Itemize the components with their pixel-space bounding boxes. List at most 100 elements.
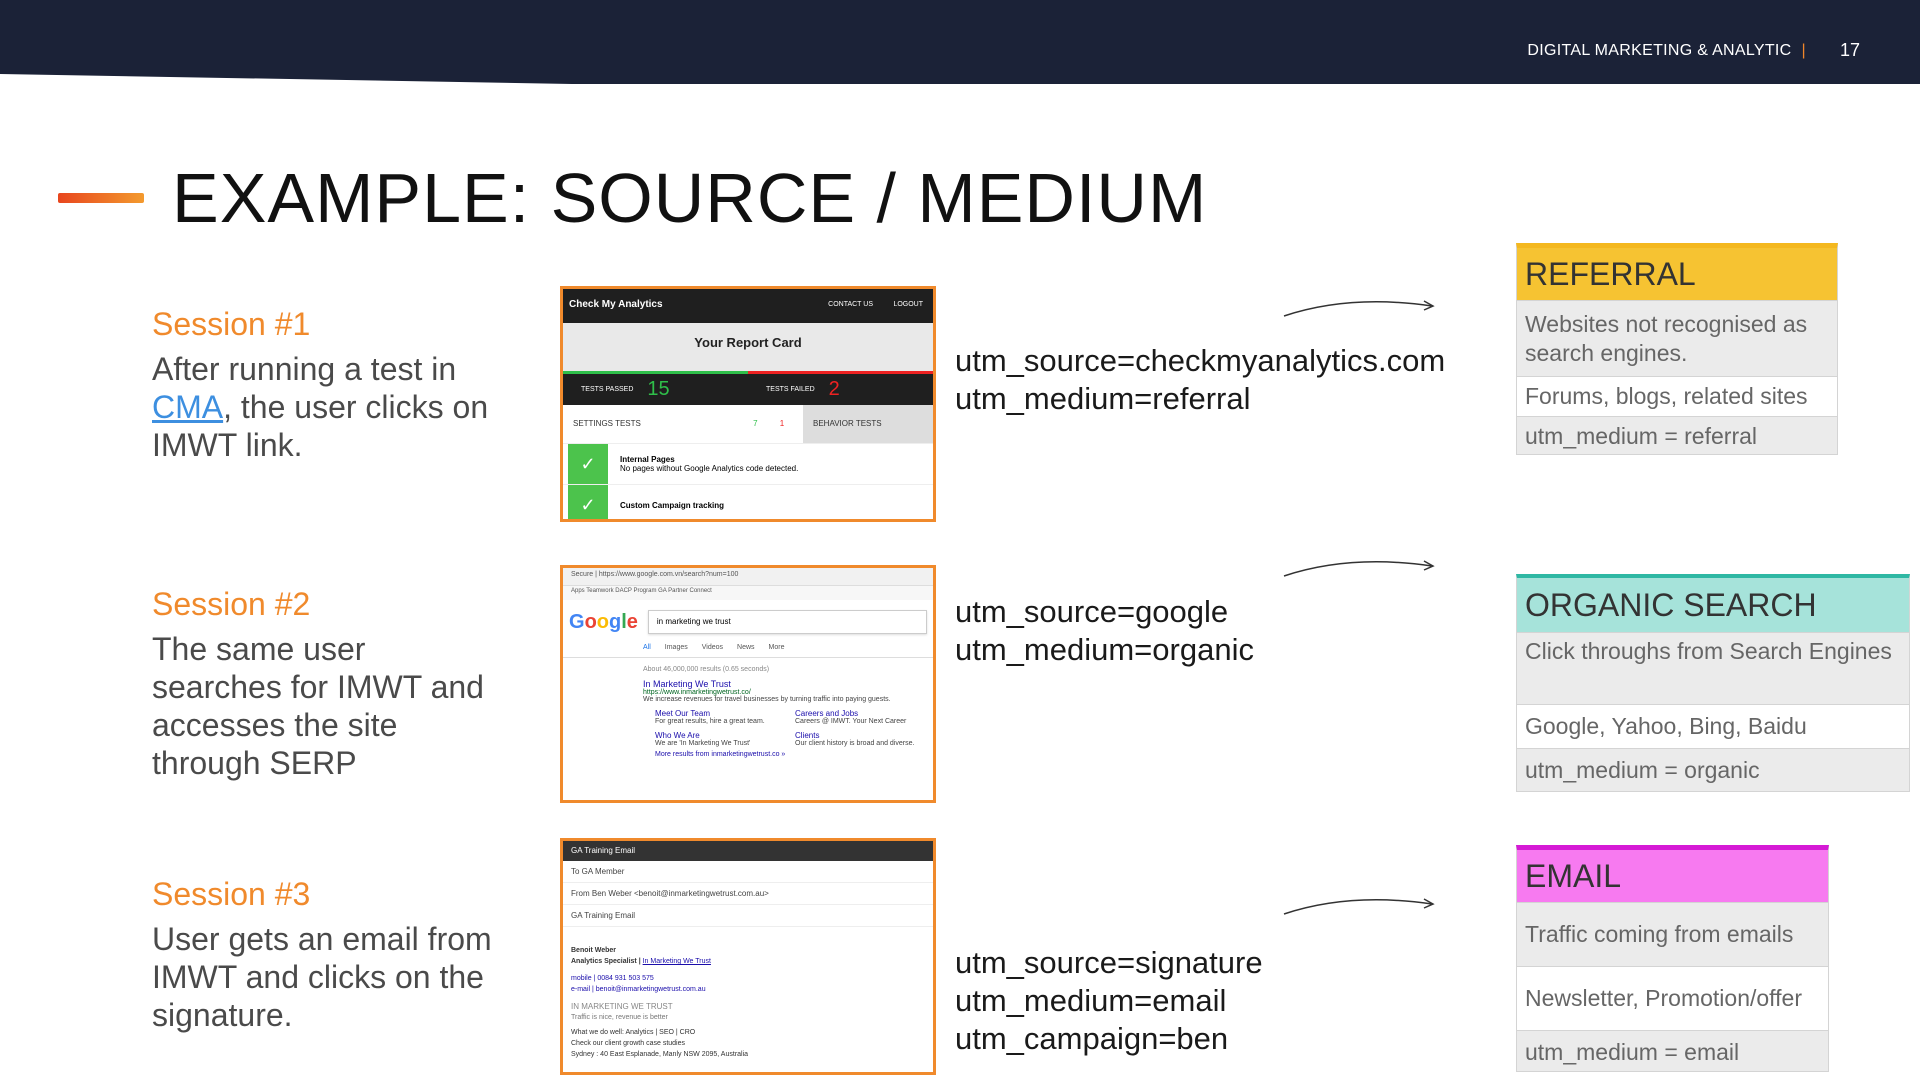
serp-sitelink-desc: Careers @ IMWT. Your Next Career <box>795 718 907 725</box>
session-1-title: Session #1 <box>152 306 311 342</box>
card-referral-row: Forums, blogs, related sites <box>1517 376 1837 416</box>
arrow-icon <box>1283 560 1435 577</box>
card-email: EMAIL Traffic coming from emails Newslet… <box>1516 845 1829 1072</box>
cma-stat-failed: TESTS FAILED 2 <box>748 371 933 405</box>
screenshot-email: GA Training Email To GA Member From Ben … <box>560 838 936 1075</box>
cma-test-row: ✓ Internal Pages No pages without Google … <box>563 443 933 484</box>
serp-result-desc: We increase revenues for travel business… <box>643 696 891 703</box>
header-brand: DIGITAL MARKETING & ANALYTIC | <box>1527 42 1812 60</box>
screenshot-google-serp: Secure | https://www.google.com.vn/searc… <box>560 565 936 803</box>
cma-failed-label: TESTS FAILED <box>766 386 815 393</box>
serp-tabs: All Images Videos News More <box>563 638 933 658</box>
sig-logo: IN MARKETING WE TRUST <box>571 1002 673 1011</box>
card-referral-title: REFERRAL <box>1517 248 1837 300</box>
email-from: From Ben Weber <benoit@inmarketingwetrus… <box>563 883 933 905</box>
session-3-desc: User gets an email from IMWT and clicks … <box>152 921 492 1033</box>
serp-tab: More <box>768 644 785 651</box>
serp-sitelink-title: Who We Are <box>655 731 700 740</box>
cma-tab-settings: SETTINGS TESTS 7 1 <box>563 405 803 443</box>
cma-test-text: Custom Campaign tracking <box>620 501 724 510</box>
email-signature: Benoit Weber Analytics Specialist | In M… <box>563 927 933 1068</box>
screenshot-cma-report: Check My Analytics CONTACT US LOGOUT You… <box>560 286 936 522</box>
serp-search-row: Google in marketing we trust <box>563 600 933 638</box>
serp-result-url: https://www.inmarketingwetrust.co/ <box>643 689 751 696</box>
utm-line: utm_medium=organic <box>955 632 1254 667</box>
serp-bookmarks: Apps Teamwork DACP Program GA Partner Co… <box>563 586 933 600</box>
serp-tab: All <box>643 644 651 651</box>
utm-line: utm_medium=referral <box>955 381 1251 416</box>
email-header: GA Training Email <box>563 841 933 861</box>
email-to: To GA Member <box>563 861 933 883</box>
session-1-desc: After running a test in CMA, the user cl… <box>152 350 502 464</box>
card-email-row: utm_medium = email <box>1517 1030 1828 1074</box>
serp-sitelink: Clients Our client history is broad and d… <box>795 731 933 747</box>
cma-tab-fail-count: 1 <box>779 419 785 428</box>
card-organic-row: Click throughs from Search Engines <box>1517 632 1909 704</box>
cma-nav-contact: CONTACT US <box>828 301 873 308</box>
utm-block-2: utm_source=google utm_medium=organic <box>955 593 1254 669</box>
card-email-row: Newsletter, Promotion/offer <box>1517 966 1828 1030</box>
card-email-row: Traffic coming from emails <box>1517 902 1828 966</box>
serp-sitelink: Careers and Jobs Careers @ IMWT. Your Nex… <box>795 709 933 725</box>
sig-mobile: mobile | 0084 931 503 575 <box>571 975 654 982</box>
serp-tab: Videos <box>701 644 724 651</box>
cma-tabs: SETTINGS TESTS 7 1 BEHAVIOR TESTS <box>563 405 933 443</box>
serp-more-results: More results from inmarketingwetrust.co … <box>655 751 786 758</box>
serp-sitelink-desc: For great results, hire a great team. <box>655 718 765 725</box>
cma-link[interactable]: CMA <box>152 389 223 425</box>
cma-failed-value: 2 <box>828 378 840 400</box>
session-2-desc: The same user searches for IMWT and acce… <box>152 631 484 781</box>
card-organic-row: Google, Yahoo, Bing, Baidu <box>1517 704 1909 748</box>
serp-result-title: In Marketing We Trust <box>643 679 731 689</box>
utm-line: utm_source=checkmyanalytics.com <box>955 343 1446 378</box>
serp-sitelink-desc: We are 'In Marketing We Trust' <box>655 740 751 747</box>
session-3-title: Session #3 <box>152 876 311 912</box>
sig-role: Analytics Specialist | <box>571 958 643 965</box>
card-referral: REFERRAL Websites not recognised as sear… <box>1516 243 1838 455</box>
serp-tab: News <box>737 644 755 651</box>
serp-sitelink-title: Clients <box>795 731 820 740</box>
cma-stats: TESTS PASSED 15 TESTS FAILED 2 <box>563 371 933 405</box>
cma-brand: Check My Analytics <box>569 299 663 310</box>
utm-block-3: utm_source=signature utm_medium=email ut… <box>955 944 1263 1058</box>
sig-name: Benoit Weber <box>571 947 616 954</box>
arrow-icon <box>1283 300 1435 317</box>
card-organic-search: ORGANIC SEARCH Click throughs from Searc… <box>1516 574 1910 792</box>
serp-tab: Images <box>664 644 688 651</box>
cma-tab-behavior: BEHAVIOR TESTS <box>803 405 933 443</box>
utm-line: utm_source=google <box>955 594 1229 629</box>
cma-test-desc: No pages without Google Analytics code d… <box>620 464 799 473</box>
cma-test-title: Custom Campaign tracking <box>620 500 725 510</box>
session-1-desc-text: After running a test in <box>152 351 457 387</box>
sig-tagline: Traffic is nice, revenue is better <box>571 1014 668 1021</box>
card-organic-row: utm_medium = organic <box>1517 748 1909 792</box>
cma-passed-label: TESTS PASSED <box>581 386 634 393</box>
card-organic-title: ORGANIC SEARCH <box>1517 578 1909 632</box>
serp-url-bar: Secure | https://www.google.com.vn/searc… <box>563 568 933 586</box>
card-email-title: EMAIL <box>1517 850 1828 902</box>
serp-sitelink-title: Meet Our Team <box>655 709 710 718</box>
cma-test-text: Internal Pages No pages without Google An… <box>620 455 798 473</box>
cma-test-title: Internal Pages <box>620 455 675 464</box>
arrow-icon <box>1283 898 1435 915</box>
utm-line: utm_medium=email <box>955 983 1227 1018</box>
card-referral-row: Websites not recognised as search engine… <box>1517 300 1837 376</box>
session-2-title: Session #2 <box>152 586 311 622</box>
serp-sitelinks: Meet Our Team For great results, hire a g… <box>563 703 933 747</box>
serp-result: About 46,000,000 results (0.65 seconds) … <box>563 658 933 703</box>
check-icon: ✓ <box>568 485 608 519</box>
cma-tab-settings-label: SETTINGS TESTS <box>573 419 641 428</box>
title-accent-bar <box>58 193 144 203</box>
utm-line: utm_campaign=ben <box>955 1021 1229 1056</box>
cma-stat-passed: TESTS PASSED 15 <box>563 371 748 405</box>
header-separator: | <box>1801 42 1806 59</box>
header-brand-text: DIGITAL MARKETING & ANALYTIC <box>1527 42 1792 59</box>
check-icon: ✓ <box>568 444 608 484</box>
card-referral-row: utm_medium = referral <box>1517 416 1837 456</box>
cma-nav-logout: LOGOUT <box>893 301 923 308</box>
sig-address: Sydney : 40 East Esplanade, Manly NSW 20… <box>571 1051 749 1058</box>
serp-search-box: in marketing we trust <box>647 610 927 634</box>
sig-company-link: In Marketing We Trust <box>642 958 711 965</box>
serp-sitelink-desc: Our client history is broad and diverse. <box>795 740 915 747</box>
serp-stats: About 46,000,000 results (0.65 seconds) <box>643 666 770 673</box>
